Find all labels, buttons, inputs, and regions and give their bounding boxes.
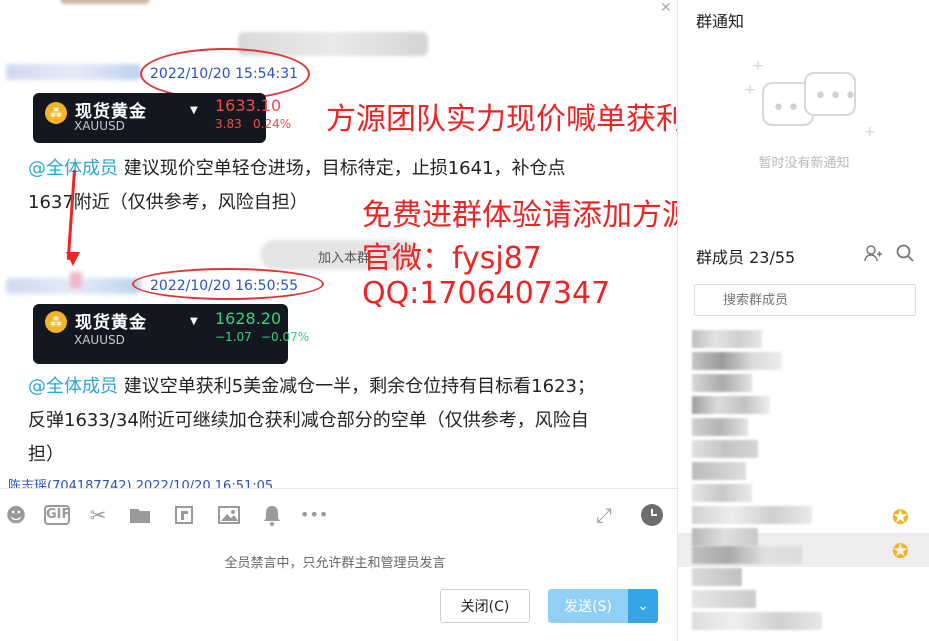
card-price: 1628.20	[215, 309, 282, 328]
close-icon[interactable]: ✕	[660, 0, 672, 16]
notice-title: 群通知	[696, 12, 745, 31]
folder-icon[interactable]	[128, 503, 152, 527]
star-icon: ✪	[892, 505, 909, 529]
gold-coin-icon: ⁂	[45, 102, 67, 124]
chat-pane: ✕ 2022/10/20 15:54:31 ⁂ 现货黄金 ▼ XAUUSD 16…	[0, 0, 677, 641]
input-toolbar: ☻ GIF ✂ ••• ⤢	[0, 488, 677, 540]
member-search-input[interactable]	[695, 285, 915, 315]
message-text-line: 建议现价空单轻仓进场，目标待定，止损1641，补仓点	[118, 158, 566, 179]
gold-coin-icon: ⁂	[45, 311, 67, 333]
expand-icon[interactable]: ⤢	[592, 503, 616, 527]
sender-name	[6, 64, 141, 80]
blurred-member-list[interactable]	[692, 330, 842, 640]
muted-notice: 全员禁言中，只允许群主和管理员发言	[224, 556, 446, 571]
search-icon[interactable]	[896, 244, 914, 266]
mention-all[interactable]: @全体成员	[28, 376, 118, 397]
notice-empty-text: 暂时没有新通知	[758, 156, 850, 171]
message-text-line: 建议空单获利5美金减仓一半，剩余仓位持有目标看1623；	[118, 376, 595, 397]
scissors-icon[interactable]: ✂	[86, 503, 110, 527]
message-body: @全体成员 建议空单获利5美金减仓一半，剩余仓位持有目标看1623； 反弹163…	[28, 370, 668, 472]
history-clock-icon[interactable]	[640, 503, 664, 527]
highlight-ellipse	[132, 268, 324, 300]
emoji-icon[interactable]: ☻	[4, 503, 28, 527]
card-change-pct: −0.07%	[261, 330, 310, 344]
card-change: 3.83	[215, 117, 242, 131]
bell-icon[interactable]	[260, 503, 284, 527]
card-price: 1633.10	[215, 96, 282, 115]
caret-down-icon[interactable]: ▼	[190, 105, 198, 116]
star-icon: ✪	[892, 539, 909, 563]
card-change-pct: 0.24%	[253, 117, 292, 131]
overlay-text: 官微：fysj87	[362, 241, 542, 276]
image-icon[interactable]	[217, 503, 241, 527]
message-text-line: 反弹1633/34附近可继续加仓获利减仓部分的空单（仅供参考，风险自	[28, 410, 589, 431]
avatar	[60, 0, 150, 4]
next-message-header: 陈志瑶(704187742) 2022/10/20 16:51:05	[8, 479, 274, 488]
annotation-arrow-head	[66, 252, 80, 266]
blurred-mark	[70, 272, 82, 288]
member-search-field[interactable]	[694, 284, 916, 316]
group-side-panel: 群通知 ••• ••• + + + 暂时没有新通知 群成员 23/55 ✪	[677, 0, 929, 641]
card-symbol: XAUUSD	[74, 333, 125, 347]
price-card[interactable]: ⁂ 现货黄金 ▼ XAUUSD 1633.10 3.83 0.24%	[33, 93, 291, 143]
price-card[interactable]: ⁂ 现货黄金 ▼ XAUUSD 1628.20 −1.07 −0.07%	[33, 304, 309, 364]
send-button[interactable]: 发送(S)	[548, 589, 628, 623]
empty-notice-icon: ••• ••• + + +	[744, 58, 876, 140]
chevron-down-icon[interactable]: ⌄	[628, 589, 658, 623]
add-member-icon[interactable]	[864, 244, 882, 266]
card-name: 现货黄金	[75, 313, 147, 333]
members-title: 群成员 23/55	[696, 248, 796, 267]
music-icon[interactable]	[172, 503, 196, 527]
card-symbol: XAUUSD	[74, 119, 125, 133]
more-icon[interactable]: •••	[300, 503, 328, 527]
message-text-line: 担）	[28, 444, 64, 465]
card-change: −1.07	[215, 330, 252, 344]
overlay-text: QQ:1706407347	[362, 276, 611, 311]
overlay-text: 免费进群体验请添加方源	[362, 198, 677, 233]
overlay-text: 方源团队实力现价喊单获利	[326, 102, 677, 137]
close-button[interactable]: 关闭(C)	[440, 589, 530, 623]
gif-icon[interactable]: GIF	[44, 505, 70, 525]
caret-down-icon[interactable]: ▼	[190, 316, 198, 327]
